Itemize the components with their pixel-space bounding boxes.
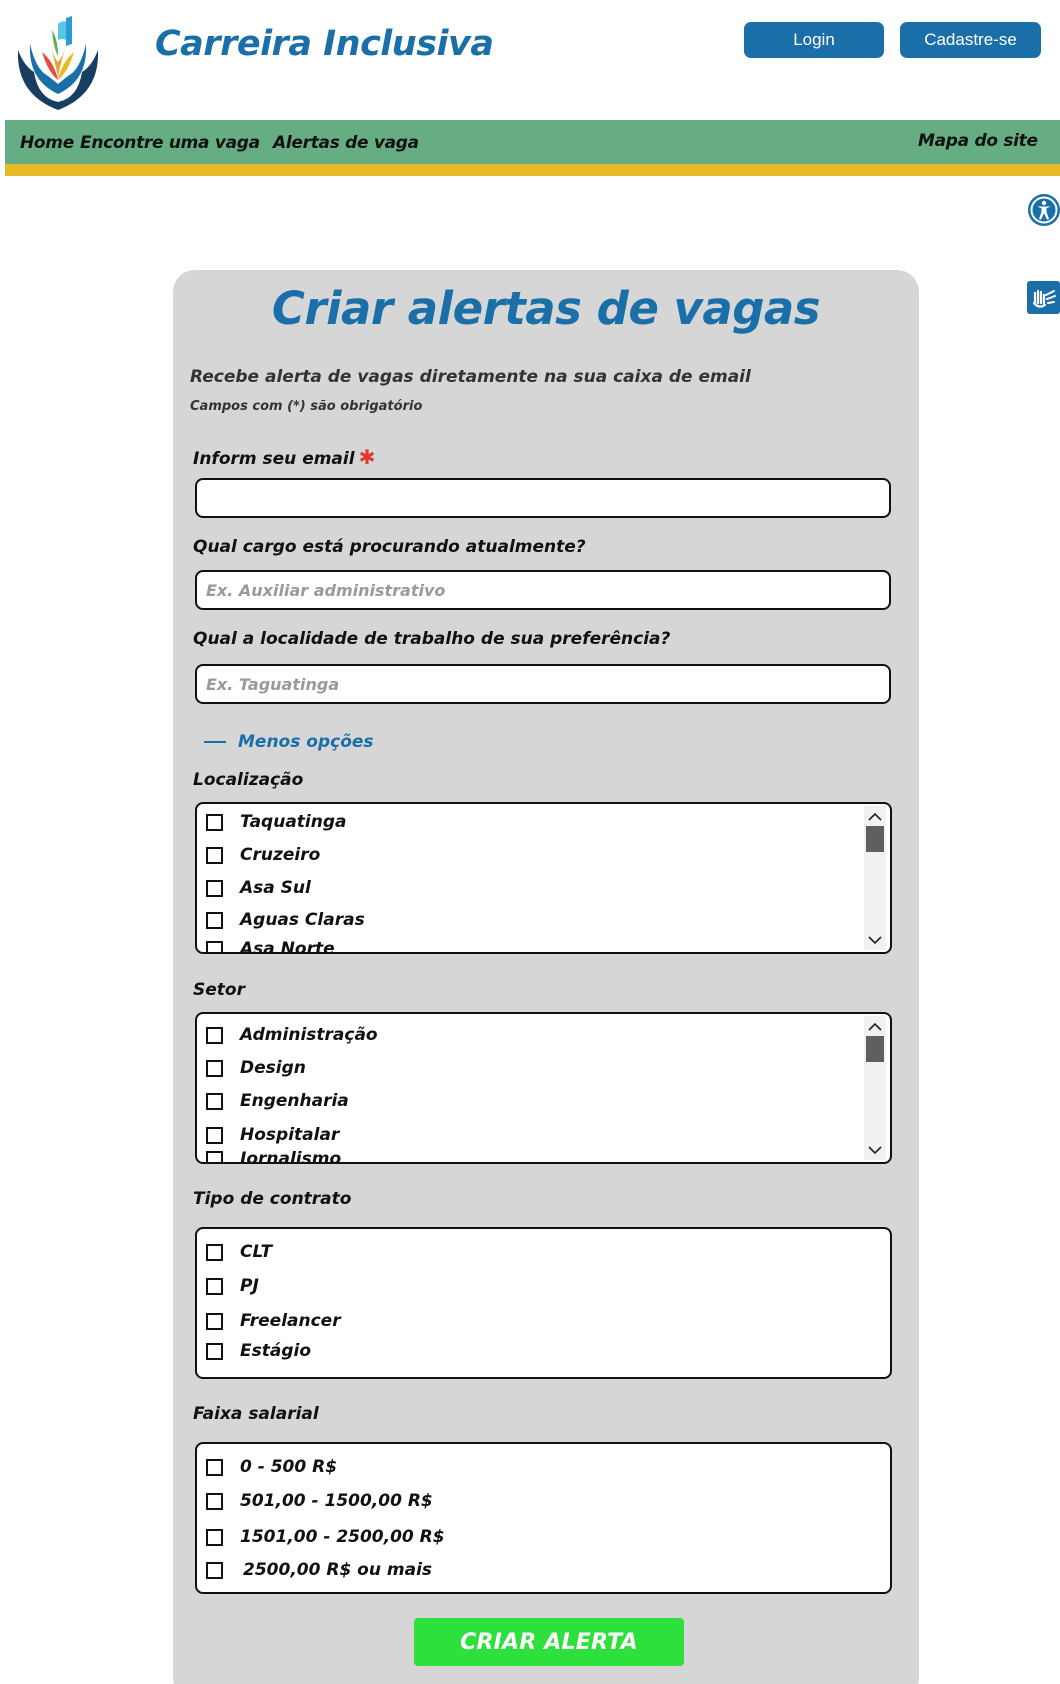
salario-option[interactable]: 0 - 500 R$ xyxy=(206,1457,337,1477)
required-mark: ✱ xyxy=(358,445,376,469)
checkbox-icon[interactable] xyxy=(206,1092,223,1110)
salario-list[interactable]: 0 - 500 R$ 501,00 - 1500,00 R$ 1501,00 -… xyxy=(195,1442,892,1594)
checkbox-icon[interactable] xyxy=(206,911,223,929)
contrato-option[interactable]: PJ xyxy=(206,1276,259,1296)
checkbox-icon[interactable] xyxy=(206,1243,223,1261)
nav-alertas-vaga[interactable]: Alertas de vaga xyxy=(273,133,419,153)
site-logo-icon[interactable] xyxy=(8,10,108,114)
localidade-input[interactable] xyxy=(195,664,891,704)
setor-option[interactable]: Engenharia xyxy=(206,1091,349,1111)
checkbox-icon[interactable] xyxy=(206,1150,223,1162)
localizacao-label: Localização xyxy=(193,770,304,790)
nav-encontre-vaga[interactable]: Encontre uma vaga xyxy=(80,133,260,153)
page-title: Criar alertas de vagas xyxy=(271,282,821,335)
contrato-label: Tipo de contrato xyxy=(193,1189,352,1209)
required-note: Campos com (*) são obrigatório xyxy=(190,399,423,414)
signup-button[interactable]: Cadastre-se xyxy=(900,22,1041,58)
setor-option[interactable]: Jornalismo xyxy=(206,1149,341,1162)
nav-sitemap[interactable]: Mapa do site xyxy=(918,131,1038,151)
scrollbar-thumb[interactable] xyxy=(866,1036,884,1062)
email-label-text: Inform seu email xyxy=(193,449,355,469)
checkbox-icon[interactable] xyxy=(206,1059,223,1077)
contrato-option[interactable]: Freelancer xyxy=(206,1311,341,1331)
checkbox-icon[interactable] xyxy=(206,1458,223,1476)
localizacao-option[interactable]: Cruzeiro xyxy=(206,845,320,865)
contrato-option[interactable]: Estágio xyxy=(206,1341,311,1361)
setor-label: Setor xyxy=(193,980,245,1000)
checkbox-icon[interactable] xyxy=(206,1126,223,1144)
setor-option[interactable]: Design xyxy=(206,1058,306,1078)
nav-stripe xyxy=(5,164,1060,176)
localidade-label: Qual a localidade de trabalho de sua pre… xyxy=(193,629,671,649)
chevron-down-icon[interactable] xyxy=(864,930,886,950)
contrato-list[interactable]: CLT PJ Freelancer Estágio xyxy=(195,1227,892,1379)
checkbox-icon[interactable] xyxy=(206,846,223,864)
checkbox-icon[interactable] xyxy=(206,940,223,952)
contrato-option[interactable]: CLT xyxy=(206,1242,272,1262)
login-button[interactable]: Login xyxy=(744,22,884,58)
checkbox-icon[interactable] xyxy=(206,1312,223,1330)
sign-language-icon[interactable] xyxy=(1027,281,1060,314)
chevron-up-icon[interactable] xyxy=(864,1016,886,1036)
salario-label: Faixa salarial xyxy=(193,1404,319,1424)
scrollbar-thumb[interactable] xyxy=(866,826,884,852)
email-label: Inform seu email ✱ xyxy=(193,445,375,469)
minus-icon xyxy=(204,741,226,743)
cargo-label: Qual cargo está procurando atualmente? xyxy=(193,537,586,557)
setor-list[interactable]: Administração Design Engenharia Hospital… xyxy=(195,1012,892,1164)
checkbox-icon[interactable] xyxy=(206,1492,223,1510)
localizacao-list[interactable]: Taquatinga Cruzeiro Asa Sul Aguas Claras… xyxy=(195,802,892,954)
site-brand[interactable]: Carreira Inclusiva xyxy=(155,24,494,64)
chevron-down-icon[interactable] xyxy=(864,1140,886,1160)
nav-home[interactable]: Home xyxy=(20,133,74,153)
accessibility-icon[interactable] xyxy=(1027,193,1060,227)
cargo-input[interactable] xyxy=(195,570,891,610)
salario-option[interactable]: 2500,00 R$ ou mais xyxy=(206,1560,432,1580)
localizacao-option[interactable]: Asa Norte xyxy=(206,939,335,952)
chevron-up-icon[interactable] xyxy=(864,806,886,826)
setor-option[interactable]: Hospitalar xyxy=(206,1125,339,1145)
setor-option[interactable]: Administração xyxy=(206,1025,378,1045)
checkbox-icon[interactable] xyxy=(206,1342,223,1360)
salario-option[interactable]: 501,00 - 1500,00 R$ xyxy=(206,1491,433,1511)
checkbox-icon[interactable] xyxy=(206,1561,223,1579)
scrollbar[interactable] xyxy=(864,1016,886,1160)
localizacao-option[interactable]: Taquatinga xyxy=(206,812,347,832)
less-options-toggle[interactable]: Menos opções xyxy=(204,732,374,752)
email-field[interactable] xyxy=(195,478,891,518)
checkbox-icon[interactable] xyxy=(206,1026,223,1044)
checkbox-icon[interactable] xyxy=(206,813,223,831)
localizacao-option[interactable]: Asa Sul xyxy=(206,878,311,898)
form-subtitle: Recebe alerta de vagas diretamente na su… xyxy=(190,367,751,387)
checkbox-icon[interactable] xyxy=(206,879,223,897)
localizacao-option[interactable]: Aguas Claras xyxy=(206,910,365,930)
create-alert-button[interactable]: CRIAR ALERTA xyxy=(414,1618,684,1666)
checkbox-icon[interactable] xyxy=(206,1277,223,1295)
salario-option[interactable]: 1501,00 - 2500,00 R$ xyxy=(206,1527,445,1547)
scrollbar[interactable] xyxy=(864,806,886,950)
checkbox-icon[interactable] xyxy=(206,1528,223,1546)
less-options-label: Menos opções xyxy=(238,732,374,752)
